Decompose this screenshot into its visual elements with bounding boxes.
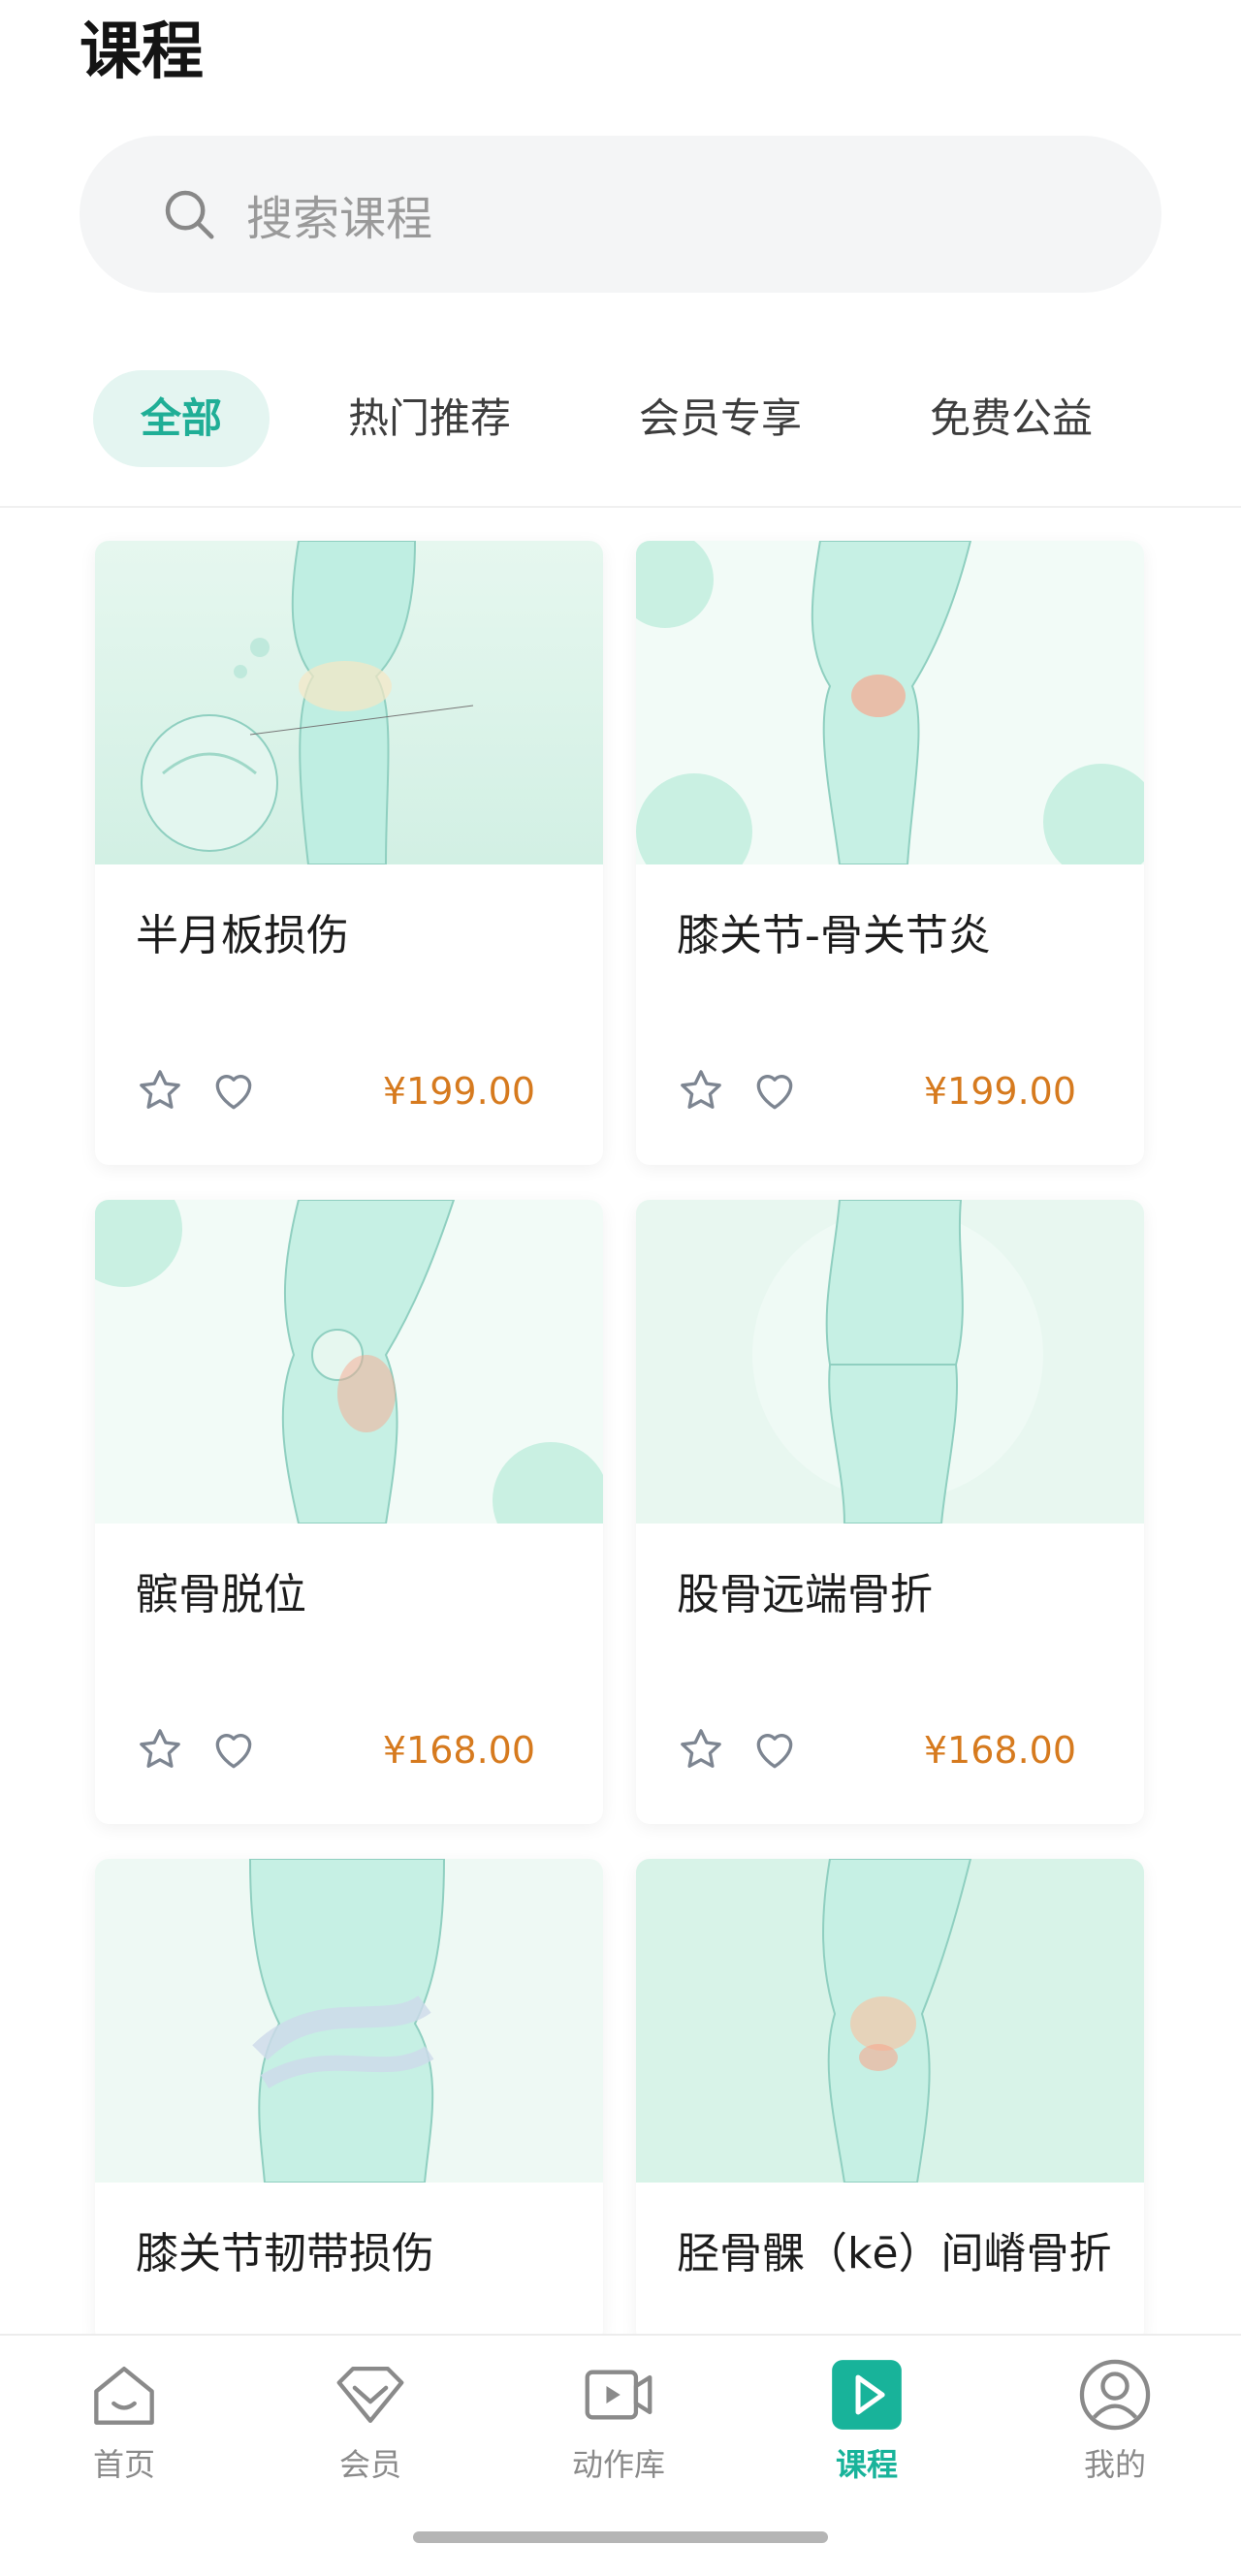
heart-icon[interactable]	[209, 1066, 258, 1115]
course-card[interactable]: 膝关节-骨关节炎 ¥199.00	[636, 541, 1144, 1165]
tab-free[interactable]: 免费公益	[909, 370, 1113, 467]
course-price: ¥168.00	[923, 1729, 1076, 1772]
heart-icon[interactable]	[750, 1725, 799, 1774]
star-icon[interactable]	[136, 1066, 184, 1115]
search-icon	[165, 190, 214, 239]
tab-hot[interactable]: 热门推荐	[328, 370, 531, 467]
course-card[interactable]: 髌骨脱位 ¥168.00	[95, 1200, 603, 1824]
nav-label: 首页	[92, 2446, 155, 2483]
vip-diamond-icon	[336, 2366, 404, 2424]
star-icon[interactable]	[677, 1725, 725, 1774]
nav-courses[interactable]: 课程	[789, 2353, 944, 2485]
nav-vip[interactable]: 会员	[293, 2353, 448, 2485]
nav-label: 会员	[338, 2446, 401, 2483]
course-title: 胫骨髁（kē）间嵴骨折	[677, 2229, 1112, 2278]
course-card[interactable]: 胫骨髁（kē）间嵴骨折	[636, 1859, 1144, 2343]
star-icon[interactable]	[677, 1066, 725, 1115]
nav-profile[interactable]: 我的	[1037, 2353, 1193, 2485]
course-card[interactable]: 股骨远端骨折 ¥168.00	[636, 1200, 1144, 1824]
heart-icon[interactable]	[750, 1066, 799, 1115]
course-title: 髌骨脱位	[136, 1570, 306, 1619]
course-thumbnail	[95, 1859, 603, 2183]
star-icon[interactable]	[136, 1725, 184, 1774]
search-input[interactable]: 搜索课程	[246, 180, 432, 248]
play-icon	[832, 2360, 902, 2430]
course-thumbnail	[636, 1200, 1144, 1524]
home-indicator[interactable]	[413, 2531, 828, 2543]
nav-label: 课程	[835, 2446, 898, 2483]
heart-icon[interactable]	[209, 1725, 258, 1774]
course-card[interactable]: 半月板损伤 ¥199.00	[95, 541, 603, 1165]
nav-exercise-library[interactable]: 动作库	[541, 2353, 696, 2485]
profile-icon	[1079, 2359, 1151, 2431]
nav-label: 我的	[1083, 2446, 1146, 2483]
course-price: ¥199.00	[382, 1070, 535, 1113]
course-thumbnail	[636, 541, 1144, 864]
course-price: ¥199.00	[923, 1070, 1076, 1113]
video-camera-icon	[585, 2370, 652, 2420]
home-icon	[94, 2366, 154, 2425]
search-bar[interactable]: 搜索课程	[80, 136, 1161, 293]
nav-label: 动作库	[571, 2446, 665, 2483]
page-title: 课程	[80, 16, 204, 88]
course-title: 膝关节-骨关节炎	[677, 911, 991, 960]
category-tabs: 全部 热门推荐 会员专享 免费公益	[0, 370, 1241, 467]
course-title: 半月板损伤	[136, 911, 349, 960]
course-thumbnail	[636, 1859, 1144, 2183]
course-price: ¥168.00	[382, 1729, 535, 1772]
divider	[0, 506, 1241, 508]
course-thumbnail	[95, 541, 603, 864]
nav-home[interactable]: 首页	[47, 2353, 202, 2485]
tab-all[interactable]: 全部	[93, 370, 270, 467]
course-title: 膝关节韧带损伤	[136, 2229, 434, 2278]
course-thumbnail	[95, 1200, 603, 1524]
course-card[interactable]: 膝关节韧带损伤	[95, 1859, 603, 2343]
tab-member[interactable]: 会员专享	[619, 370, 822, 467]
course-title: 股骨远端骨折	[677, 1570, 933, 1619]
